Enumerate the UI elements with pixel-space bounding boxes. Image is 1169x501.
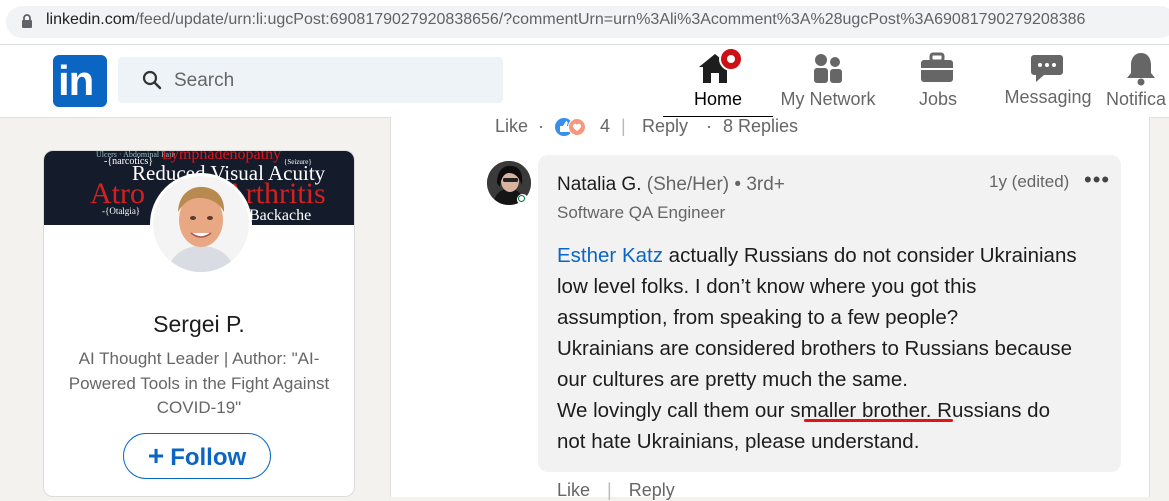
- reaction-count[interactable]: 4: [600, 116, 610, 137]
- nav-my-network[interactable]: My Network: [775, 45, 881, 117]
- more-options-icon[interactable]: •••: [1084, 167, 1110, 193]
- comment-text: Esther Katz actually Russians do not con…: [557, 240, 1107, 457]
- linkedin-logo[interactable]: in: [53, 55, 107, 107]
- comment-author-name[interactable]: Natalia G.: [557, 174, 641, 195]
- comment-line: Ukrainians are considered brothers to Ru…: [557, 337, 1073, 360]
- nav-home-label: Home: [693, 89, 742, 109]
- nav-notifications-label: Notifica: [1106, 89, 1167, 109]
- url-path: /feed/update/urn:li:ugcPost:690817902792…: [134, 11, 1086, 28]
- nav-messaging[interactable]: Messaging: [1000, 45, 1096, 117]
- comment-reply-button[interactable]: Reply: [629, 480, 675, 500]
- comment-line: our cultures are pretty much the same.: [557, 368, 908, 391]
- comment-line: assumption, from speaking to a few peopl…: [557, 306, 959, 329]
- connection-degree: • 3rd+: [734, 174, 785, 195]
- nav-messaging-label: Messaging: [1004, 87, 1092, 107]
- divider: |: [607, 480, 612, 500]
- banner-word: Backache: [249, 207, 312, 224]
- nav-notifications[interactable]: Notifica: [1104, 45, 1169, 117]
- comment-author[interactable]: Natalia G. (She/Her) • 3rd+: [557, 174, 785, 196]
- url-host: linkedin.com: [46, 11, 135, 28]
- online-status-icon: [517, 194, 528, 205]
- comment-author-pronouns: (She/Her): [646, 174, 730, 195]
- profile-name[interactable]: Sergei P.: [44, 311, 354, 338]
- follow-label: Follow: [170, 444, 247, 471]
- banner-word: -{Otalgia}: [102, 206, 141, 216]
- comment-like-button[interactable]: Like: [557, 480, 590, 500]
- replies-link[interactable]: 8 Replies: [723, 116, 798, 137]
- search-box[interactable]: [118, 57, 503, 103]
- like-button[interactable]: Like: [495, 116, 528, 137]
- reaction-icons[interactable]: [555, 117, 593, 137]
- nav-home[interactable]: Home: [663, 45, 773, 118]
- lock-icon: [22, 14, 32, 28]
- people-icon: [814, 54, 842, 83]
- browser-address-bar: linkedin.com/feed/update/urn:li:ugcPost:…: [0, 0, 1169, 45]
- profile-photo: [153, 176, 249, 272]
- reply-button[interactable]: Reply: [642, 116, 688, 137]
- profile-card: Ulcers · Abdominal Pain -{narcotics} Lym…: [43, 150, 355, 497]
- comment-line: low level folks. I don’t know where you …: [557, 275, 977, 298]
- divider: |: [621, 116, 626, 136]
- follow-button[interactable]: + Follow: [123, 433, 271, 479]
- nav-jobs-label: Jobs: [918, 89, 958, 109]
- comment-timestamp: 1y (edited): [989, 172, 1070, 191]
- separator: ·: [538, 116, 544, 136]
- bell-icon: [1127, 53, 1155, 86]
- messaging-icon: [1031, 55, 1063, 82]
- nav-jobs[interactable]: Jobs: [905, 45, 971, 117]
- comment-author-title: Software QA Engineer: [557, 203, 726, 222]
- plus-icon: +: [147, 440, 165, 471]
- global-nav: in Home My Network Jobs: [0, 45, 1169, 118]
- search-input[interactable]: [172, 65, 476, 97]
- red-underline-annotation: [804, 419, 953, 422]
- comment-line: not hate Ukrainians, please understand.: [557, 430, 920, 453]
- url-text[interactable]: linkedin.com/feed/update/urn:li:ugcPost:…: [46, 11, 1085, 29]
- search-icon: [142, 70, 162, 90]
- nav-my-network-label: My Network: [780, 89, 876, 109]
- profile-headline: AI Thought Leader | Author: "AI-Powered …: [68, 349, 330, 417]
- separator: ·: [706, 116, 712, 136]
- comment-line: Esther Katz actually Russians do not con…: [557, 244, 1077, 267]
- notification-badge: [719, 47, 743, 71]
- comment-actions: Like | Reply: [557, 480, 675, 501]
- briefcase-icon: [921, 52, 953, 82]
- profile-avatar[interactable]: [150, 173, 252, 275]
- mention-link[interactable]: Esther Katz: [557, 244, 663, 267]
